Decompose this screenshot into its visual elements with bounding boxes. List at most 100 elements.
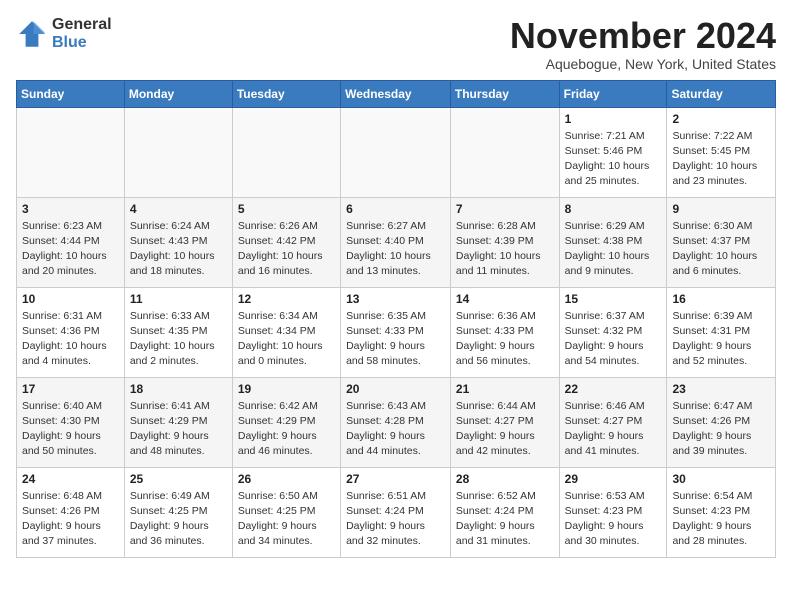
calendar-cell: 19Sunrise: 6:42 AM Sunset: 4:29 PM Dayli… [232,377,340,467]
day-number: 26 [238,472,335,486]
day-number: 2 [672,112,770,126]
day-number: 1 [565,112,662,126]
day-info: Sunrise: 6:36 AM Sunset: 4:33 PM Dayligh… [456,309,554,370]
day-number: 8 [565,202,662,216]
calendar-cell: 18 Sunrise: 6:41 AM Sunset: 4:29 PM Dayli… [124,377,232,467]
logo-text: General Blue [52,16,112,51]
day-info: Sunrise: 6:34 AM Sunset: 4:34 PM Dayligh… [238,309,335,370]
logo-icon [16,18,48,50]
page-header: General Blue November 2024 Aquebogue, Ne… [16,16,776,72]
day-number: 28 [456,472,554,486]
location: Aquebogue, New York, United States [510,56,776,72]
calendar-cell: 9 Sunrise: 6:30 AM Sunset: 4:37 PM Daylig… [667,197,776,287]
day-info: Sunrise: 6:35 AM Sunset: 4:33 PM Dayligh… [346,309,445,370]
calendar-cell: 24Sunrise: 6:48 AM Sunset: 4:26 PM Dayli… [17,467,125,557]
calendar-table: SundayMondayTuesdayWednesdayThursdayFrid… [16,80,776,558]
calendar-cell: 27Sunrise: 6:51 AM Sunset: 4:24 PM Dayli… [341,467,451,557]
logo-blue: Blue [52,34,112,52]
calendar-cell: 1 Sunrise: 7:21 AM Sunset: 5:46 PM Daylig… [559,107,667,197]
calendar-week-3: 10Sunrise: 6:31 AM Sunset: 4:36 PM Dayli… [17,287,776,377]
day-number: 13 [346,292,445,306]
day-info: Sunrise: 7:21 AM Sunset: 5:46 PM Dayligh… [565,129,662,190]
calendar-cell: 22 Sunrise: 6:46 AM Sunset: 4:27 PM Dayli… [559,377,667,467]
calendar-cell: 5 Sunrise: 6:26 AM Sunset: 4:42 PM Daylig… [232,197,340,287]
calendar-cell: 12 Sunrise: 6:34 AM Sunset: 4:34 PM Dayli… [232,287,340,377]
day-info: Sunrise: 6:37 AM Sunset: 4:32 PM Dayligh… [565,309,662,370]
day-info: Sunrise: 6:44 AM Sunset: 4:27 PM Dayligh… [456,399,554,460]
day-info: Sunrise: 6:29 AM Sunset: 4:38 PM Dayligh… [565,219,662,280]
calendar-cell: 6 Sunrise: 6:27 AM Sunset: 4:40 PM Daylig… [341,197,451,287]
calendar-cell [232,107,340,197]
logo: General Blue [16,16,112,51]
day-info: Sunrise: 6:52 AM Sunset: 4:24 PM Dayligh… [456,489,554,550]
day-number: 20 [346,382,445,396]
calendar-cell: 14 Sunrise: 6:36 AM Sunset: 4:33 PM Dayli… [450,287,559,377]
calendar-cell: 13 Sunrise: 6:35 AM Sunset: 4:33 PM Dayli… [341,287,451,377]
calendar-week-4: 17Sunrise: 6:40 AM Sunset: 4:30 PM Dayli… [17,377,776,467]
calendar-cell: 7 Sunrise: 6:28 AM Sunset: 4:39 PM Daylig… [450,197,559,287]
calendar-header-sunday: Sunday [17,80,125,107]
day-number: 22 [565,382,662,396]
day-info: Sunrise: 7:22 AM Sunset: 5:45 PM Dayligh… [672,129,770,190]
day-info: Sunrise: 6:53 AM Sunset: 4:23 PM Dayligh… [565,489,662,550]
day-number: 12 [238,292,335,306]
day-info: Sunrise: 6:49 AM Sunset: 4:25 PM Dayligh… [130,489,227,550]
calendar-week-1: 1 Sunrise: 7:21 AM Sunset: 5:46 PM Daylig… [17,107,776,197]
calendar-cell: 15 Sunrise: 6:37 AM Sunset: 4:32 PM Dayli… [559,287,667,377]
calendar-cell: 2 Sunrise: 7:22 AM Sunset: 5:45 PM Daylig… [667,107,776,197]
day-info: Sunrise: 6:50 AM Sunset: 4:25 PM Dayligh… [238,489,335,550]
calendar-cell: 16 Sunrise: 6:39 AM Sunset: 4:31 PM Dayli… [667,287,776,377]
day-number: 5 [238,202,335,216]
day-number: 23 [672,382,770,396]
day-info: Sunrise: 6:24 AM Sunset: 4:43 PM Dayligh… [130,219,227,280]
calendar-cell: 4 Sunrise: 6:24 AM Sunset: 4:43 PM Daylig… [124,197,232,287]
day-number: 14 [456,292,554,306]
calendar-cell: 25 Sunrise: 6:49 AM Sunset: 4:25 PM Dayli… [124,467,232,557]
day-number: 9 [672,202,770,216]
day-info: Sunrise: 6:41 AM Sunset: 4:29 PM Dayligh… [130,399,227,460]
calendar-cell [450,107,559,197]
day-info: Sunrise: 6:40 AM Sunset: 4:30 PM Dayligh… [22,399,119,460]
calendar-week-2: 3Sunrise: 6:23 AM Sunset: 4:44 PM Daylig… [17,197,776,287]
day-info: Sunrise: 6:46 AM Sunset: 4:27 PM Dayligh… [565,399,662,460]
calendar-cell: 10Sunrise: 6:31 AM Sunset: 4:36 PM Dayli… [17,287,125,377]
calendar-cell: 30Sunrise: 6:54 AM Sunset: 4:23 PM Dayli… [667,467,776,557]
calendar-week-5: 24Sunrise: 6:48 AM Sunset: 4:26 PM Dayli… [17,467,776,557]
day-info: Sunrise: 6:30 AM Sunset: 4:37 PM Dayligh… [672,219,770,280]
day-number: 24 [22,472,119,486]
calendar-cell [124,107,232,197]
calendar-cell: 17Sunrise: 6:40 AM Sunset: 4:30 PM Dayli… [17,377,125,467]
day-number: 25 [130,472,227,486]
day-number: 18 [130,382,227,396]
calendar-cell: 23Sunrise: 6:47 AM Sunset: 4:26 PM Dayli… [667,377,776,467]
day-info: Sunrise: 6:26 AM Sunset: 4:42 PM Dayligh… [238,219,335,280]
calendar-cell [17,107,125,197]
day-info: Sunrise: 6:28 AM Sunset: 4:39 PM Dayligh… [456,219,554,280]
title-section: November 2024 Aquebogue, New York, Unite… [510,16,776,72]
calendar-cell: 21 Sunrise: 6:44 AM Sunset: 4:27 PM Dayli… [450,377,559,467]
calendar-cell: 26 Sunrise: 6:50 AM Sunset: 4:25 PM Dayli… [232,467,340,557]
calendar-cell: 28 Sunrise: 6:52 AM Sunset: 4:24 PM Dayli… [450,467,559,557]
calendar-cell [341,107,451,197]
day-number: 15 [565,292,662,306]
day-info: Sunrise: 6:54 AM Sunset: 4:23 PM Dayligh… [672,489,770,550]
day-number: 3 [22,202,119,216]
calendar-header-friday: Friday [559,80,667,107]
calendar-header-saturday: Saturday [667,80,776,107]
calendar-header-monday: Monday [124,80,232,107]
calendar-header-thursday: Thursday [450,80,559,107]
day-number: 7 [456,202,554,216]
day-number: 19 [238,382,335,396]
day-info: Sunrise: 6:27 AM Sunset: 4:40 PM Dayligh… [346,219,445,280]
day-number: 27 [346,472,445,486]
calendar-header-wednesday: Wednesday [341,80,451,107]
calendar-header-row: SundayMondayTuesdayWednesdayThursdayFrid… [17,80,776,107]
day-number: 21 [456,382,554,396]
day-number: 4 [130,202,227,216]
day-info: Sunrise: 6:39 AM Sunset: 4:31 PM Dayligh… [672,309,770,370]
day-number: 6 [346,202,445,216]
calendar-cell: 20Sunrise: 6:43 AM Sunset: 4:28 PM Dayli… [341,377,451,467]
day-number: 16 [672,292,770,306]
month-title: November 2024 [510,16,776,56]
calendar-cell: 11Sunrise: 6:33 AM Sunset: 4:35 PM Dayli… [124,287,232,377]
